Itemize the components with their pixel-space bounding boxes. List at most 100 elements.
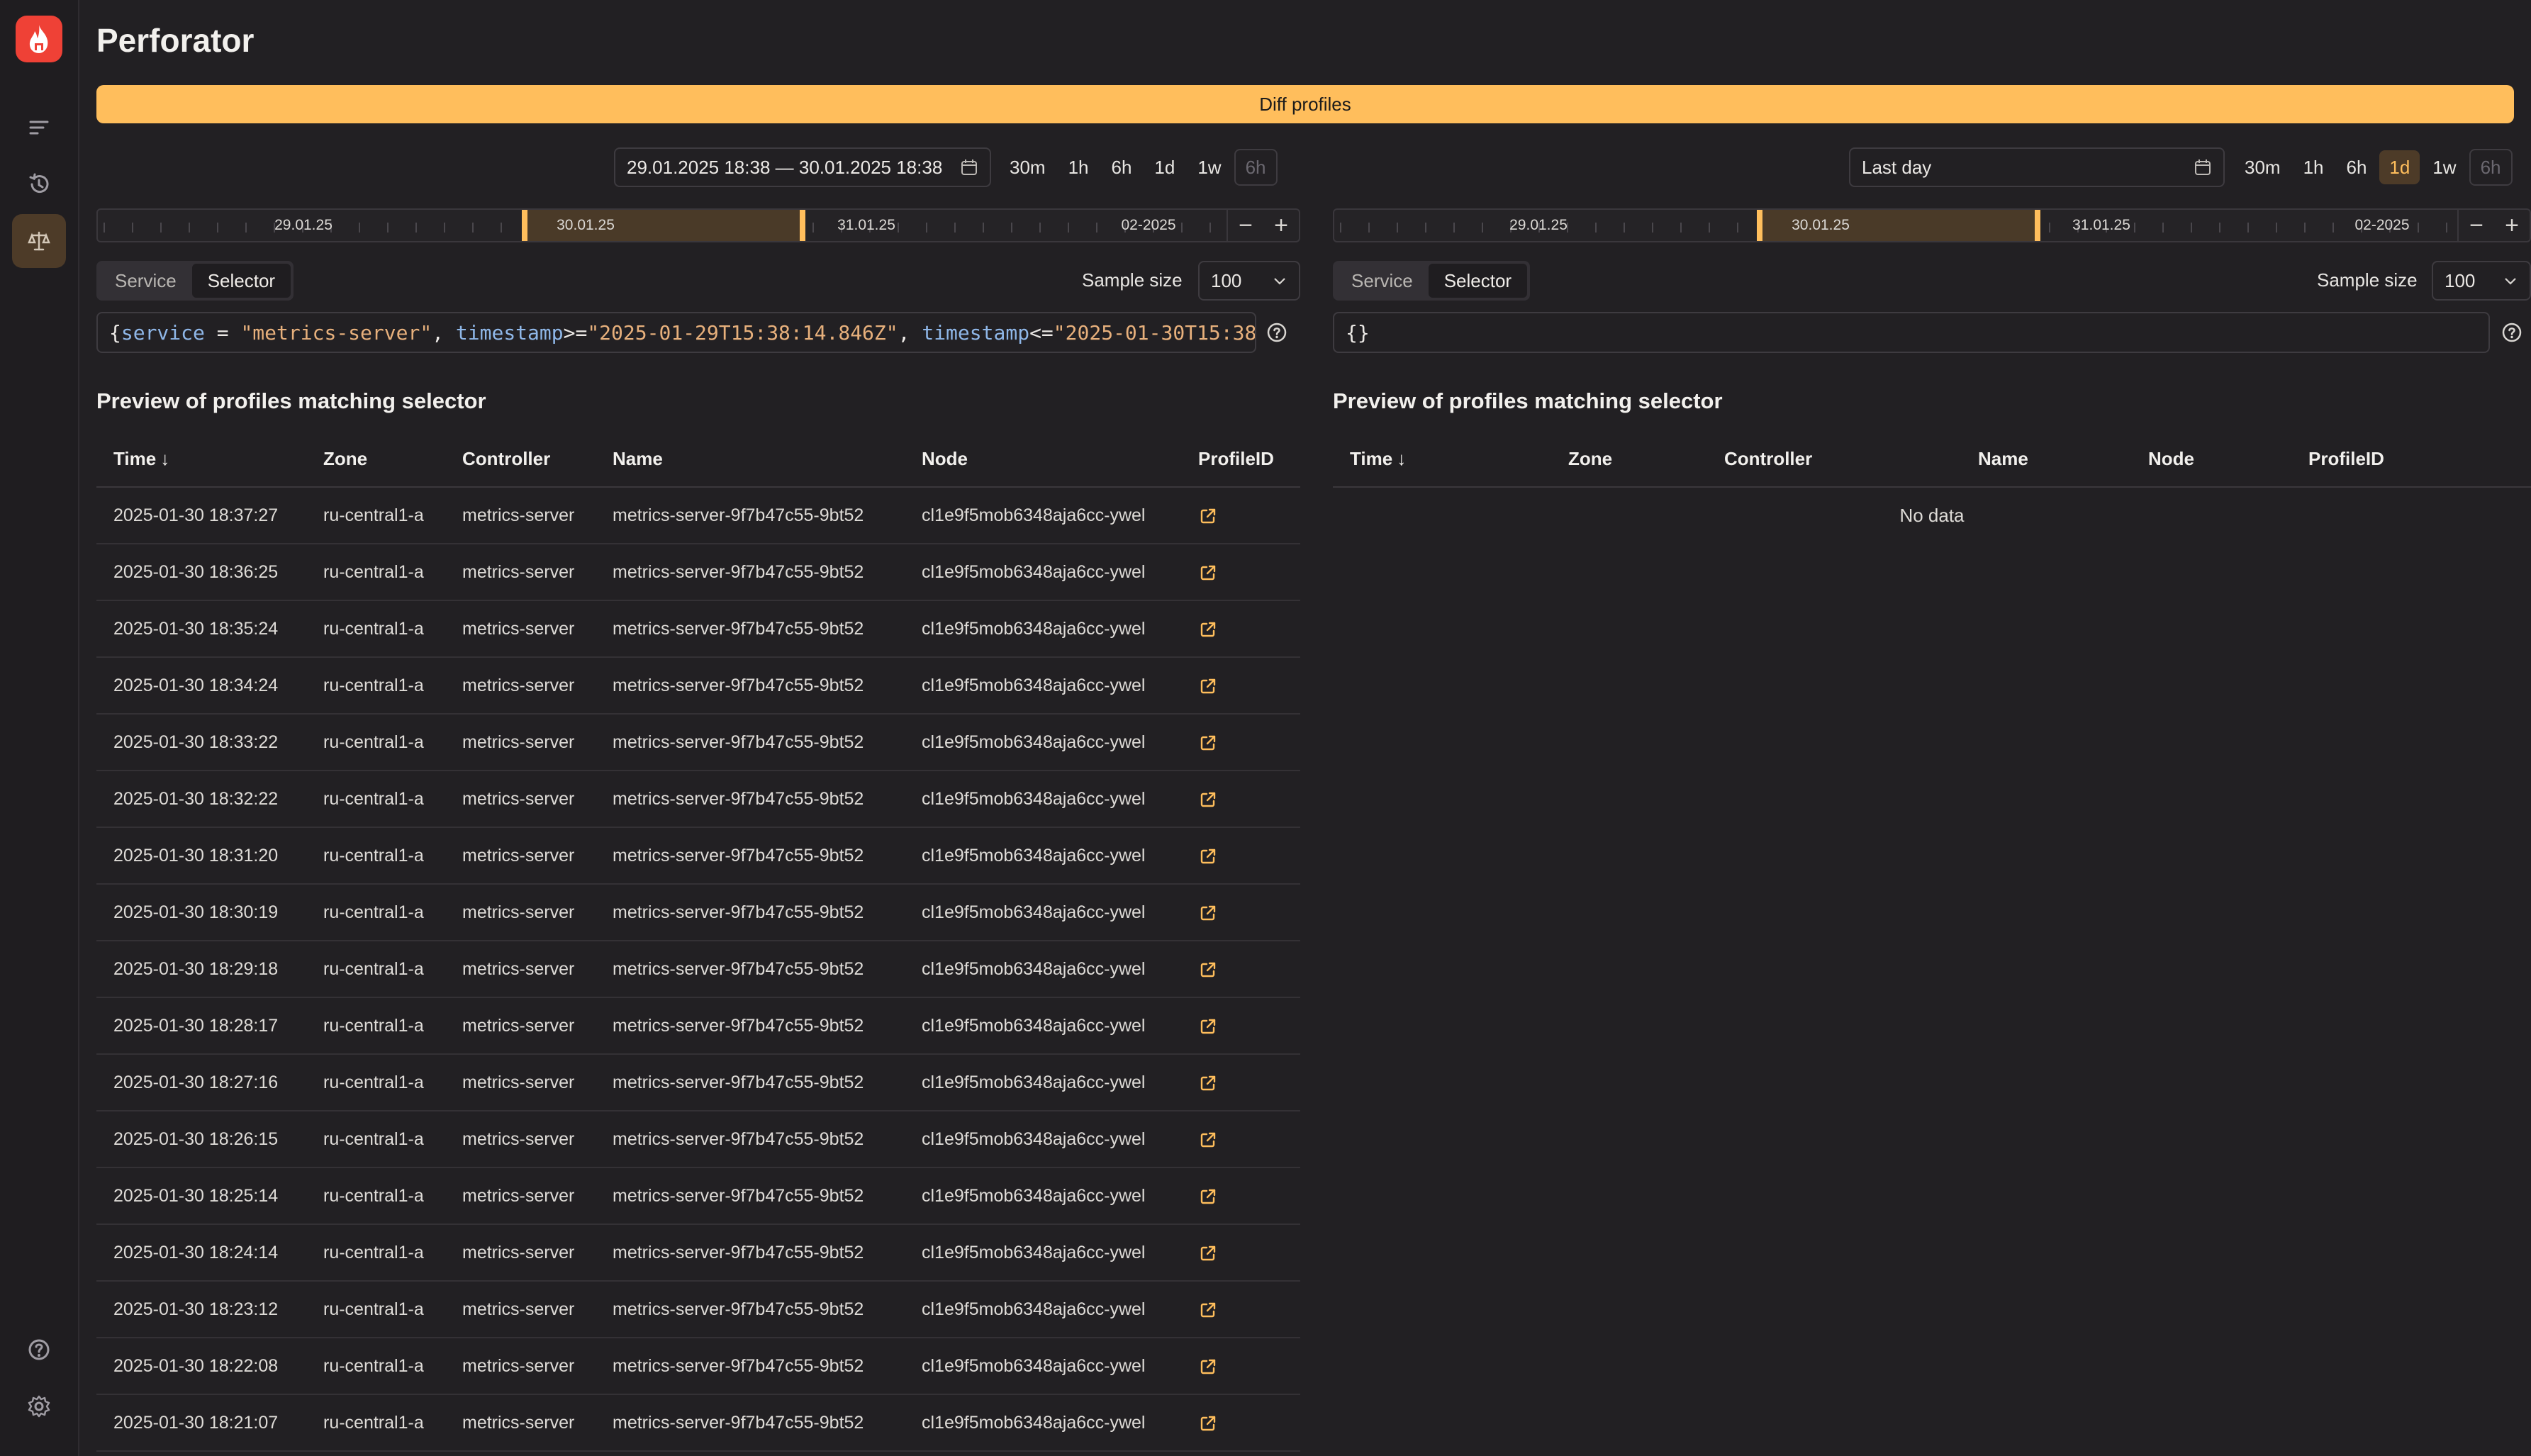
table-row[interactable]: 2025-01-30 18:30:19 ru-central1-a metrics-…: [96, 884, 1300, 941]
cell-time: 2025-01-30 18:37:27: [96, 487, 306, 544]
column-node: Node: [905, 431, 1181, 488]
table-row[interactable]: 2025-01-30 18:27:16 ru-central1-a metrics-…: [96, 1054, 1300, 1111]
selector-help-icon[interactable]: [2501, 322, 2522, 343]
table-row[interactable]: 2025-01-30 18:29:18 ru-central1-a metrics-…: [96, 941, 1300, 998]
cell-name: metrics-server-9f7b47c55-9bt52: [596, 657, 905, 715]
cell-zone: ru-central1-a: [306, 884, 445, 941]
external-link-icon[interactable]: [1198, 1072, 1218, 1092]
external-link-icon[interactable]: [1198, 788, 1218, 808]
table-row[interactable]: 2025-01-30 18:28:17 ru-central1-a metrics-…: [96, 997, 1300, 1055]
timeline-scrubber[interactable]: 29.01.25 30.01.25 31.01.25 02-2025 − +: [1333, 208, 2531, 242]
external-link-icon[interactable]: [1198, 1015, 1218, 1035]
table-row[interactable]: 2025-01-30 18:36:25 ru-central1-a metrics-…: [96, 544, 1300, 601]
external-link-icon[interactable]: [1198, 561, 1218, 581]
preset-1h[interactable]: 1h: [1058, 150, 1099, 184]
external-link-icon[interactable]: [1198, 1412, 1218, 1432]
external-link-icon[interactable]: [1198, 675, 1218, 695]
cell-time: 2025-01-30 18:23:12: [96, 1281, 306, 1338]
table-row[interactable]: 2025-01-30 18:33:22 ru-central1-a metrics-…: [96, 714, 1300, 771]
external-link-icon[interactable]: [1198, 505, 1218, 525]
tab-service[interactable]: Service: [99, 264, 192, 298]
help-icon[interactable]: [12, 1323, 66, 1377]
sample-size-select[interactable]: 100: [2432, 261, 2531, 301]
timeline-scrubber[interactable]: 29.01.25 30.01.25 31.01.25 02-2025 − +: [96, 208, 1300, 242]
preset-1d[interactable]: 1d: [1144, 150, 1185, 184]
external-link-icon[interactable]: [1198, 1355, 1218, 1375]
cell-name: metrics-server-9f7b47c55-9bt52: [596, 997, 905, 1055]
zoom-in-button[interactable]: +: [2494, 210, 2530, 241]
external-link-icon[interactable]: [1198, 732, 1218, 751]
cell-name: metrics-server-9f7b47c55-9bt52: [596, 544, 905, 601]
list-icon[interactable]: [12, 101, 66, 155]
date-range-picker[interactable]: 29.01.2025 18:38 — 30.01.2025 18:38: [614, 147, 991, 187]
cell-node: cl1e9f5mob6348aja6cc-ywel: [905, 1338, 1181, 1395]
scales-icon[interactable]: [12, 214, 66, 268]
external-link-icon[interactable]: [1198, 958, 1218, 978]
tab-selector[interactable]: Selector: [191, 264, 291, 298]
selector-input[interactable]: {service = "metrics-server", timestamp >=…: [96, 312, 1256, 353]
table-row[interactable]: 2025-01-30 18:21:07 ru-central1-a metrics-…: [96, 1394, 1300, 1452]
preset-30m[interactable]: 30m: [2235, 150, 2291, 184]
preset-1w[interactable]: 1w: [1188, 150, 1231, 184]
date-range-picker[interactable]: Last day: [1849, 147, 2225, 187]
table-row[interactable]: 2025-01-30 18:34:24 ru-central1-a metrics-…: [96, 657, 1300, 715]
empty-row: No data: [1333, 487, 2531, 543]
cell-controller: metrics-server: [445, 714, 596, 771]
sample-size-select[interactable]: 100: [1198, 261, 1300, 301]
flame-logo-icon[interactable]: [16, 16, 62, 62]
external-link-icon[interactable]: [1198, 902, 1218, 922]
external-link-icon[interactable]: [1198, 1299, 1218, 1318]
external-link-icon[interactable]: [1198, 1185, 1218, 1205]
timeline-label: 29.01.25: [1509, 217, 1568, 233]
cell-node: cl1e9f5mob6348aja6cc-ywel: [905, 1394, 1181, 1452]
column-time[interactable]: Time ↓: [1333, 431, 1551, 488]
preview-title: Preview of profiles matching selector: [1333, 388, 1723, 413]
selector-help-icon[interactable]: [1266, 322, 1287, 343]
column-time[interactable]: Time ↓: [96, 431, 306, 488]
preset-30m[interactable]: 30m: [1000, 150, 1056, 184]
table-row[interactable]: 2025-01-30 18:32:22 ru-central1-a metrics-…: [96, 771, 1300, 828]
cell-zone: ru-central1-a: [306, 714, 445, 771]
cell-node: cl1e9f5mob6348aja6cc-ywel: [905, 1281, 1181, 1338]
tab-selector[interactable]: Selector: [1428, 264, 1528, 298]
history-icon[interactable]: [12, 157, 66, 211]
cell-zone: ru-central1-a: [306, 1111, 445, 1168]
selector-input[interactable]: {}: [1333, 312, 2490, 353]
external-link-icon[interactable]: [1198, 845, 1218, 865]
cell-controller: metrics-server: [445, 487, 596, 544]
cell-zone: ru-central1-a: [306, 1167, 445, 1225]
cell-profileid: [1181, 941, 1300, 998]
cell-controller: metrics-server: [445, 941, 596, 998]
preset-6h[interactable]: 6h: [2337, 150, 2377, 184]
table-row[interactable]: 2025-01-30 18:31:20 ru-central1-a metrics-…: [96, 827, 1300, 885]
zoom-in-button[interactable]: +: [1263, 210, 1299, 241]
external-link-icon[interactable]: [1198, 618, 1218, 638]
cell-zone: ru-central1-a: [306, 600, 445, 658]
table-row[interactable]: 2025-01-30 18:24:14 ru-central1-a metrics-…: [96, 1224, 1300, 1282]
table-row[interactable]: 2025-01-30 18:22:08 ru-central1-a metrics-…: [96, 1338, 1300, 1395]
table-row[interactable]: 2025-01-30 18:37:27 ru-central1-a metrics-…: [96, 487, 1300, 544]
table-row[interactable]: 2025-01-30 18:25:14 ru-central1-a metrics-…: [96, 1167, 1300, 1225]
cell-node: cl1e9f5mob6348aja6cc-ywel: [905, 1167, 1181, 1225]
column-name: Name: [1961, 431, 2131, 488]
mode-switch: Service Selector: [96, 261, 294, 301]
cell-name: metrics-server-9f7b47c55-9bt52: [596, 771, 905, 828]
table-row[interactable]: 2025-01-30 18:26:15 ru-central1-a metrics-…: [96, 1111, 1300, 1168]
preset-6h[interactable]: 6h: [1102, 150, 1142, 184]
cell-time: 2025-01-30 18:33:22: [96, 714, 306, 771]
tab-service[interactable]: Service: [1336, 264, 1429, 298]
zoom-out-button[interactable]: −: [2459, 210, 2494, 241]
table-row[interactable]: 2025-01-30 18:35:24 ru-central1-a metrics-…: [96, 600, 1300, 658]
cell-time: 2025-01-30 18:36:25: [96, 544, 306, 601]
cell-node: cl1e9f5mob6348aja6cc-ywel: [905, 544, 1181, 601]
external-link-icon[interactable]: [1198, 1242, 1218, 1262]
cell-controller: metrics-server: [445, 1111, 596, 1168]
preset-1w[interactable]: 1w: [2423, 150, 2466, 184]
gear-icon[interactable]: [12, 1379, 66, 1433]
preset-1h[interactable]: 1h: [2293, 150, 2334, 184]
column-profileid: ProfileID: [2291, 431, 2531, 488]
zoom-out-button[interactable]: −: [1228, 210, 1263, 241]
external-link-icon[interactable]: [1198, 1129, 1218, 1148]
table-row[interactable]: 2025-01-30 18:23:12 ru-central1-a metrics-…: [96, 1281, 1300, 1338]
preset-1d[interactable]: 1d: [2379, 150, 2420, 184]
